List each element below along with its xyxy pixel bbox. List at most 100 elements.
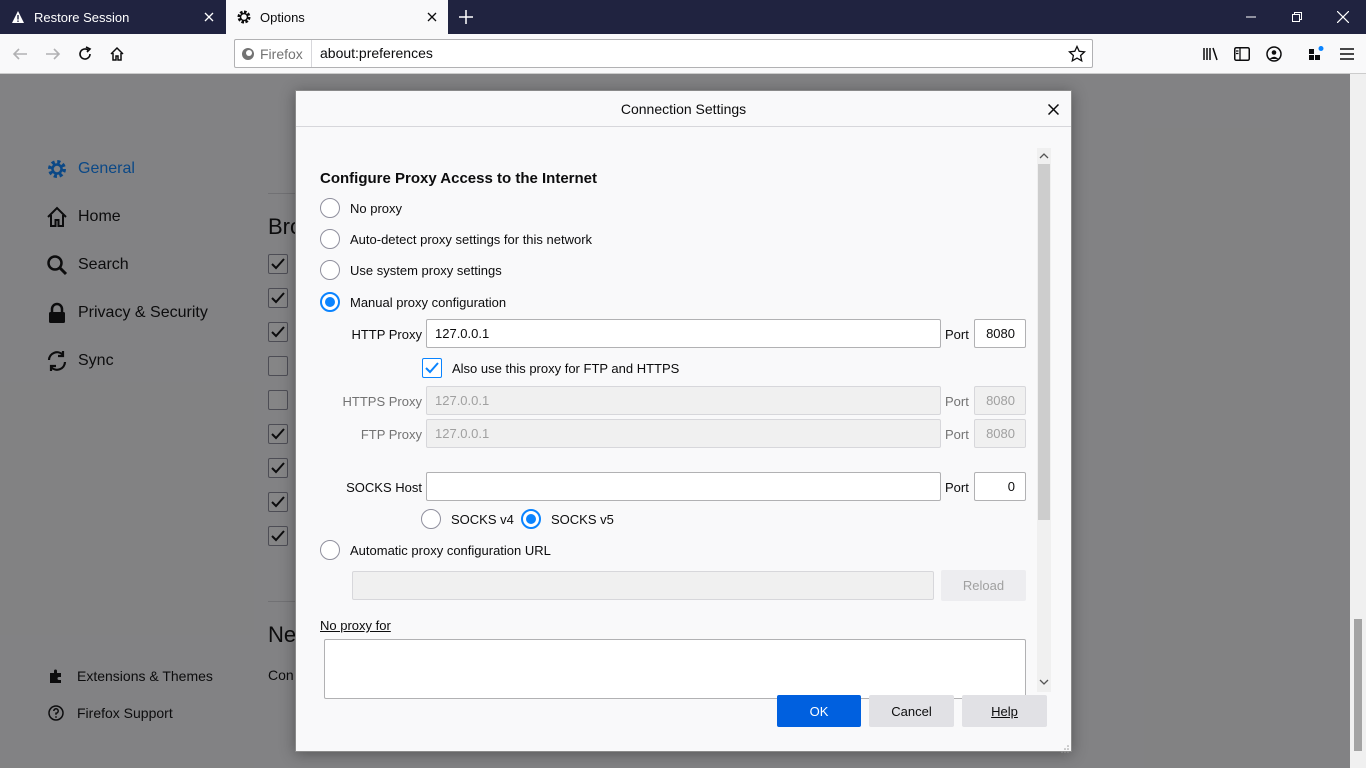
radio-button[interactable] (320, 229, 340, 249)
http-proxy-input[interactable]: 127.0.0.1 (426, 319, 941, 348)
library-button[interactable] (1197, 40, 1225, 68)
gear-icon (236, 9, 252, 25)
dialog-scrollbar-thumb[interactable] (1038, 164, 1050, 520)
page-scrollbar-thumb[interactable] (1354, 619, 1362, 751)
forward-arrow-icon (46, 48, 61, 60)
port-label: Port (945, 394, 969, 409)
radio-socks-v5[interactable]: SOCKS v5 (521, 509, 614, 529)
radio-label: Use system proxy settings (350, 262, 502, 278)
radio-label: SOCKS v4 (451, 511, 514, 527)
sidebar-button[interactable] (1228, 40, 1256, 68)
https-port-input[interactable]: 8080 (974, 386, 1026, 415)
ftp-port-input[interactable]: 8080 (974, 419, 1026, 448)
warning-icon (10, 9, 26, 25)
restore-button[interactable] (1274, 0, 1320, 34)
also-use-proxy-checkbox[interactable]: Also use this proxy for FTP and HTTPS (422, 358, 679, 378)
scroll-down-icon[interactable] (1039, 677, 1049, 687)
url-bar[interactable]: Firefox about:preferences (234, 39, 1093, 68)
http-proxy-label: HTTP Proxy (351, 327, 422, 342)
radio-auto-proxy-url[interactable]: Automatic proxy configuration URL (320, 540, 551, 560)
restore-icon (1292, 12, 1302, 22)
connection-settings-dialog: Connection Settings Configure Proxy Acce… (295, 90, 1072, 753)
home-button[interactable] (103, 40, 131, 68)
extensions-button[interactable] (1302, 40, 1330, 68)
http-port-input[interactable]: 8080 (974, 319, 1026, 348)
identity-label: Firefox (260, 45, 303, 62)
cancel-button[interactable]: Cancel (869, 695, 954, 727)
dialog-title: Connection Settings (296, 91, 1071, 127)
socks-port-input[interactable]: 0 (974, 472, 1026, 501)
radio-no-proxy[interactable]: No proxy (320, 198, 402, 218)
no-proxy-for-textarea[interactable] (324, 639, 1026, 699)
back-button[interactable] (6, 40, 34, 68)
new-tab-button[interactable] (454, 5, 478, 29)
back-arrow-icon (12, 48, 27, 60)
dialog-scrollbar[interactable] (1037, 148, 1051, 692)
port-label: Port (945, 327, 969, 342)
radio-label: Auto-detect proxy settings for this netw… (350, 231, 593, 247)
reload-button[interactable] (71, 40, 99, 68)
radio-button[interactable] (421, 509, 441, 529)
https-proxy-input[interactable]: 127.0.0.1 (426, 386, 941, 415)
close-window-button[interactable] (1320, 0, 1366, 34)
radio-auto-detect[interactable]: Auto-detect proxy settings for this netw… (320, 229, 592, 249)
radio-socks-v4[interactable]: SOCKS v4 (421, 509, 514, 529)
account-button[interactable] (1260, 40, 1288, 68)
radio-button[interactable] (320, 540, 340, 560)
ok-button[interactable]: OK (777, 695, 861, 727)
tab-title: Restore Session (34, 9, 130, 25)
menu-button[interactable] (1333, 40, 1361, 68)
radio-label: No proxy (350, 200, 403, 216)
socks-host-input[interactable] (426, 472, 941, 501)
radio-system-proxy[interactable]: Use system proxy settings (320, 260, 502, 280)
radio-button[interactable] (320, 198, 340, 218)
ftp-proxy-label: FTP Proxy (360, 427, 422, 442)
extensions-icon (1309, 46, 1324, 60)
socks-host-label: SOCKS Host (346, 480, 422, 495)
ftp-proxy-input[interactable]: 127.0.0.1 (426, 419, 941, 448)
proxy-heading: Configure Proxy Access to the Internet (320, 170, 598, 187)
radio-label: SOCKS v5 (551, 511, 614, 527)
page-scrollbar[interactable] (1350, 74, 1366, 768)
home-icon (110, 46, 124, 61)
tab-restore-session[interactable]: Restore Session (0, 0, 225, 34)
account-icon (1266, 46, 1282, 62)
auto-proxy-url-input[interactable] (352, 571, 934, 600)
radio-button[interactable] (521, 509, 541, 529)
radio-label: Automatic proxy configuration URL (350, 542, 551, 558)
close-icon (1337, 11, 1349, 23)
close-tab-icon[interactable] (201, 9, 217, 25)
help-button[interactable]: Help (962, 695, 1047, 727)
url-text[interactable]: about:preferences (320, 40, 433, 67)
radio-button[interactable] (320, 292, 340, 312)
library-icon (1203, 47, 1218, 61)
resize-grip-icon[interactable] (1061, 741, 1069, 753)
checkmark-icon (425, 362, 439, 374)
reload-button[interactable]: Reload (941, 570, 1026, 601)
site-identity[interactable]: Firefox (241, 40, 312, 67)
navigation-toolbar: Firefox about:preferences (0, 34, 1366, 74)
bookmark-star-icon[interactable] (1068, 44, 1086, 63)
close-tab-icon[interactable] (424, 9, 440, 25)
no-proxy-for-label: No proxy for (320, 618, 391, 633)
close-icon[interactable] (1043, 99, 1063, 119)
radio-label: Manual proxy configuration (350, 294, 507, 310)
checkbox-label: Also use this proxy for FTP and HTTPS (452, 360, 680, 376)
firefox-icon (242, 47, 254, 60)
tab-title: Options (260, 9, 305, 25)
port-label: Port (945, 427, 969, 442)
radio-button[interactable] (320, 260, 340, 280)
title-bar: Restore Session Options (0, 0, 1366, 34)
minimize-icon (1246, 16, 1256, 18)
sidebar-icon (1234, 47, 1250, 61)
tab-options[interactable]: Options (226, 0, 448, 34)
reload-icon (79, 46, 92, 60)
checkbox[interactable] (422, 358, 442, 378)
plus-icon (459, 10, 473, 24)
scroll-up-icon[interactable] (1039, 151, 1049, 161)
https-proxy-label: HTTPS Proxy (342, 394, 422, 409)
port-label: Port (945, 480, 969, 495)
radio-manual-proxy[interactable]: Manual proxy configuration (320, 292, 506, 312)
minimize-button[interactable] (1228, 0, 1274, 34)
forward-button[interactable] (39, 40, 67, 68)
